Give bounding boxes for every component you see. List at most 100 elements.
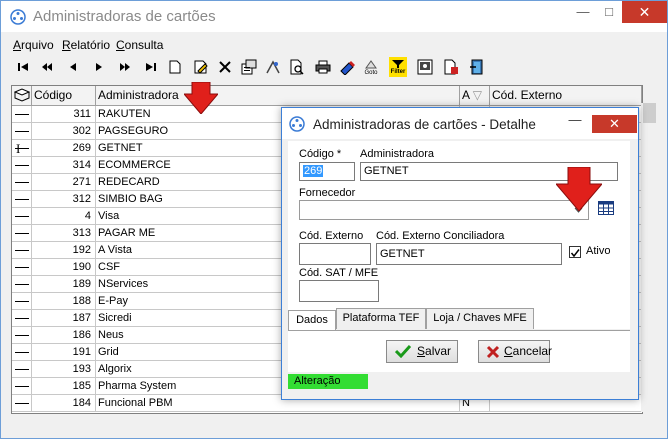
row-indicator[interactable] — [12, 225, 32, 242]
row-indicator[interactable] — [12, 174, 32, 191]
menu-consulta[interactable]: Consulta — [116, 38, 163, 52]
row-indicator[interactable] — [12, 293, 32, 310]
cell-codigo: 193 — [32, 361, 96, 378]
cell-codigo: 302 — [32, 123, 96, 140]
row-indicator[interactable] — [12, 310, 32, 327]
column-header-codigo[interactable]: Código — [32, 86, 96, 105]
edit-record-button[interactable] — [191, 57, 211, 77]
book-icon — [13, 88, 31, 102]
maximize-button[interactable]: □ — [597, 1, 621, 23]
column-header-administradora[interactable]: Administradora — [96, 86, 460, 105]
sat-field[interactable] — [299, 280, 379, 302]
red-arrow-icon — [556, 167, 602, 211]
app-icon — [10, 9, 26, 25]
menu-arquivo[interactable]: Arquivo — [13, 38, 54, 52]
window-title: Administradoras de cartões — [33, 8, 216, 25]
exit-button[interactable] — [467, 57, 487, 77]
dialog-close-button[interactable]: ✕ — [592, 115, 637, 133]
next-page-button[interactable] — [115, 57, 135, 77]
grid-indicator-header[interactable] — [12, 86, 32, 105]
row-indicator[interactable] — [12, 242, 32, 259]
delete-record-button[interactable] — [215, 57, 235, 77]
row-indicator[interactable] — [12, 140, 32, 157]
conciliadora-label: Cód. Externo Conciliadora — [376, 230, 505, 242]
cancel-button[interactable]: Cancelar — [478, 340, 553, 363]
filter-button[interactable]: Filter — [389, 57, 407, 77]
row-indicator[interactable] — [12, 327, 32, 344]
filter-icon — [392, 59, 404, 68]
next-icon — [96, 63, 102, 71]
cell-codigo: 184 — [32, 395, 96, 412]
find-document-button[interactable] — [287, 57, 307, 77]
properties-icon — [241, 59, 257, 75]
check-icon — [395, 344, 411, 358]
find-button[interactable] — [263, 57, 283, 77]
row-indicator[interactable] — [12, 208, 32, 225]
grid-vertical-scrollbar[interactable] — [641, 103, 658, 412]
row-indicator[interactable] — [12, 395, 32, 412]
column-header-ativo[interactable]: A ▽ — [460, 86, 490, 105]
dialog-button-bar: Salvar Cancelar — [288, 330, 630, 372]
minimize-button[interactable]: — — [571, 1, 595, 23]
ativo-checkbox[interactable] — [569, 246, 581, 258]
codigo-field[interactable]: 269 — [299, 162, 355, 181]
row-indicator[interactable] — [12, 276, 32, 293]
cell-codigo: 313 — [32, 225, 96, 242]
prev-page-icon — [42, 63, 52, 71]
first-record-button[interactable] — [13, 57, 33, 77]
row-indicator[interactable] — [12, 191, 32, 208]
grid-config-button[interactable] — [415, 57, 435, 77]
scrollbar-thumb[interactable] — [643, 103, 656, 123]
export-icon — [444, 59, 458, 75]
save-button[interactable]: Salvar — [386, 340, 458, 363]
row-indicator[interactable] — [12, 259, 32, 276]
lookup-button[interactable] — [337, 57, 357, 77]
cell-codigo: 312 — [32, 191, 96, 208]
row-indicator[interactable] — [12, 106, 32, 123]
codigo-label: Código * — [299, 148, 342, 160]
row-indicator[interactable] — [12, 344, 32, 361]
next-record-button[interactable] — [89, 57, 109, 77]
properties-button[interactable] — [239, 57, 259, 77]
cancel-label: Cancelar — [504, 344, 553, 358]
row-indicator[interactable] — [12, 123, 32, 140]
tab-loja-chaves-mfe[interactable]: Loja / Chaves MFE — [426, 308, 534, 329]
prior-record-button[interactable] — [63, 57, 83, 77]
prior-page-button[interactable] — [37, 57, 57, 77]
cod-externo-label: Cód. Externo — [299, 230, 364, 242]
row-indicator[interactable] — [12, 361, 32, 378]
new-record-button[interactable] — [165, 57, 185, 77]
export-button[interactable] — [441, 57, 461, 77]
fornecedor-label: Fornecedor — [299, 187, 356, 199]
dialog-minimize-button[interactable]: — — [568, 112, 582, 127]
column-header-cod-externo[interactable]: Cód. Externo — [490, 86, 642, 105]
print-button[interactable] — [313, 57, 333, 77]
menu-relatorio[interactable]: Relatório — [62, 38, 110, 52]
conciliadora-field[interactable]: GETNET — [376, 243, 562, 265]
delete-icon — [219, 61, 231, 73]
cell-codigo: 269 — [32, 140, 96, 157]
tab-dados[interactable]: Dados — [288, 310, 336, 330]
text-cursor-icon: I — [16, 141, 21, 156]
detail-dialog: Administradoras de cartões - Detalhe — ✕… — [281, 107, 639, 400]
print-icon — [315, 60, 331, 74]
tab-plataforma-tef[interactable]: Plataforma TEF — [336, 308, 426, 329]
dialog-title-bar: Administradoras de cartões - Detalhe — ✕ — [282, 108, 638, 139]
cell-codigo: 4 — [32, 208, 96, 225]
last-record-button[interactable] — [141, 57, 161, 77]
toolbar: Goto Filter — [11, 57, 501, 77]
close-button[interactable]: ✕ — [622, 1, 667, 23]
row-indicator[interactable] — [12, 378, 32, 395]
cell-codigo: 185 — [32, 378, 96, 395]
fornecedor-dropdown[interactable] — [299, 200, 589, 220]
cell-codigo: 189 — [32, 276, 96, 293]
goto-label: Goto — [364, 69, 378, 76]
sat-label: Cód. SAT / MFE — [299, 267, 379, 279]
row-indicator[interactable] — [12, 157, 32, 174]
grid-header: Código Administradora A ▽ Cód. Externo — [12, 86, 642, 106]
goto-button[interactable]: Goto — [361, 57, 381, 77]
find-doc-icon — [290, 59, 304, 75]
cod-externo-field[interactable] — [299, 243, 371, 265]
prev-icon — [70, 63, 76, 71]
menu-bar: Arquivo Relatório Consulta — [1, 38, 661, 52]
